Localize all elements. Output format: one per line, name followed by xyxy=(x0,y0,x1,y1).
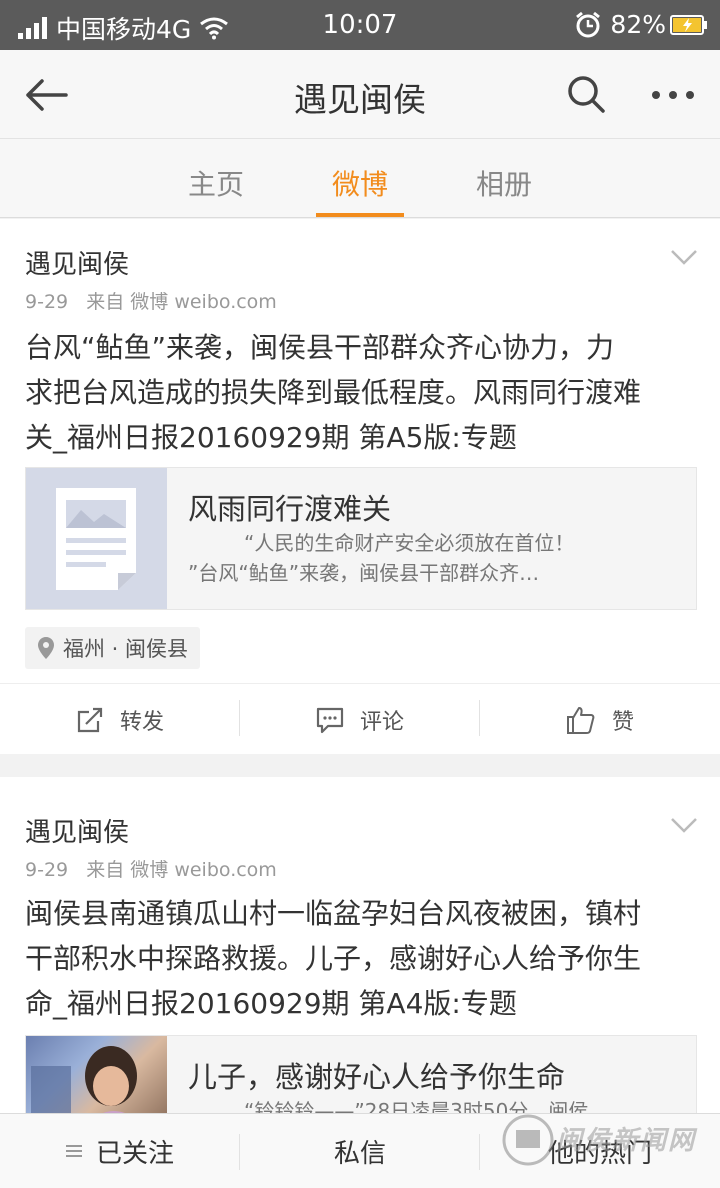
active-tab-indicator xyxy=(316,213,404,217)
followed-button[interactable]: 已关注 xyxy=(0,1114,240,1188)
followed-label: 已关注 xyxy=(95,1138,174,1169)
like-label: 赞 xyxy=(611,710,634,735)
message-label: 私信 xyxy=(333,1138,386,1169)
post-source: 来自 微博 weibo.com xyxy=(86,859,277,881)
repost-button[interactable]: 转发 xyxy=(0,684,240,756)
post-date: 9-29 xyxy=(25,291,69,313)
watermark-logo: 闽侯新闻网 xyxy=(500,1112,700,1172)
post-text-line: 台风“鲇鱼”来袭，闽侯县干部群众齐心协力，力 xyxy=(25,331,615,364)
article-title: 儿子，感谢好心人给予你生命 xyxy=(188,1060,566,1094)
post-text-line: 关_福州日报20160929期 第A5版:专题 xyxy=(25,421,517,454)
repost-label: 转发 xyxy=(119,710,164,735)
tab-weibo[interactable]: 微博 xyxy=(310,163,410,203)
post-meta: 9-29 来自 微博 weibo.com xyxy=(25,855,277,882)
article-title: 风雨同行渡难关 xyxy=(188,492,392,526)
tab-home[interactable]: 主页 xyxy=(166,163,266,203)
location-pin-icon xyxy=(38,637,54,659)
post-meta: 9-29 来自 微博 weibo.com xyxy=(25,287,277,314)
menu-lines-icon xyxy=(65,1145,82,1157)
post-text-line: 求把台风造成的损失降到最低程度。风雨同行渡难 xyxy=(25,376,642,409)
post-card[interactable]: 遇见闽侯 9-29 来自 微博 weibo.com 台风“鲇鱼”来袭，闽侯县干部… xyxy=(0,219,720,754)
alarm-clock-icon xyxy=(576,11,601,37)
post-text-line: 闽侯县南通镇瓜山村一临盆孕妇台风夜被困，镇村 xyxy=(25,897,642,930)
tab-album[interactable]: 相册 xyxy=(454,163,554,203)
post-text[interactable]: 台风“鲇鱼”来袭，闽侯县干部群众齐心协力，力 求把台风造成的损失降到最低程度。风… xyxy=(25,325,697,460)
article-placeholder-icon xyxy=(26,468,167,609)
profile-tabs: 主页 微博 相册 xyxy=(0,139,720,218)
article-desc-line: “人民的生命财产安全必须放在首位！ xyxy=(244,531,575,555)
battery-percent: 82% xyxy=(610,10,666,39)
post-author[interactable]: 遇见闽侯 xyxy=(25,812,129,849)
repost-icon xyxy=(77,707,103,733)
location-tag[interactable]: 福州 · 闽侯县 xyxy=(25,627,201,669)
article-description: “人民的生命财产安全必须放在首位！ ”台风“鲇鱼”来袭，闽侯县干部群众齐… xyxy=(188,528,678,588)
watermark-text: 闽侯新闻网 xyxy=(556,1126,697,1156)
location-label: 福州 · 闽侯县 xyxy=(63,637,189,661)
chevron-down-icon[interactable] xyxy=(670,817,698,833)
comment-icon xyxy=(316,707,344,734)
article-link-card[interactable]: 风雨同行渡难关 “人民的生命财产安全必须放在首位！ ”台风“鲇鱼”来袭，闽侯县干… xyxy=(25,467,697,610)
post-card[interactable]: 遇见闽侯 9-29 来自 微博 weibo.com 闽侯县南通镇瓜山村一临盆孕妇… xyxy=(0,777,720,1127)
battery-charging-icon xyxy=(670,14,707,35)
post-text-line: 命_福州日报20160929期 第A4版:专题 xyxy=(25,987,517,1020)
nav-bar: 遇见闽侯 xyxy=(0,50,720,139)
more-options-icon[interactable] xyxy=(651,89,695,101)
post-date: 9-29 xyxy=(25,859,69,881)
chevron-down-icon[interactable] xyxy=(670,249,698,265)
article-desc-line: ”台风“鲇鱼”来袭，闽侯县干部群众齐… xyxy=(188,561,540,585)
message-button[interactable]: 私信 xyxy=(240,1114,480,1188)
search-icon[interactable] xyxy=(566,74,606,114)
page-title: 遇见闽侯 xyxy=(294,80,426,119)
thumbs-up-icon xyxy=(566,707,595,734)
like-button[interactable]: 赞 xyxy=(480,684,720,756)
post-actions: 转发 评论 赞 xyxy=(0,683,720,756)
post-text-line: 干部积水中探路救援。儿子，感谢好心人给予你生 xyxy=(25,942,642,975)
post-text[interactable]: 闽侯县南通镇瓜山村一临盆孕妇台风夜被困，镇村 干部积水中探路救援。儿子，感谢好心… xyxy=(25,891,697,1026)
status-bar: 中国移动4G 10:07 82% xyxy=(0,0,720,50)
post-source: 来自 微博 weibo.com xyxy=(86,291,277,313)
comment-label: 评论 xyxy=(359,710,404,735)
post-author[interactable]: 遇见闽侯 xyxy=(25,244,129,281)
comment-button[interactable]: 评论 xyxy=(240,684,480,756)
